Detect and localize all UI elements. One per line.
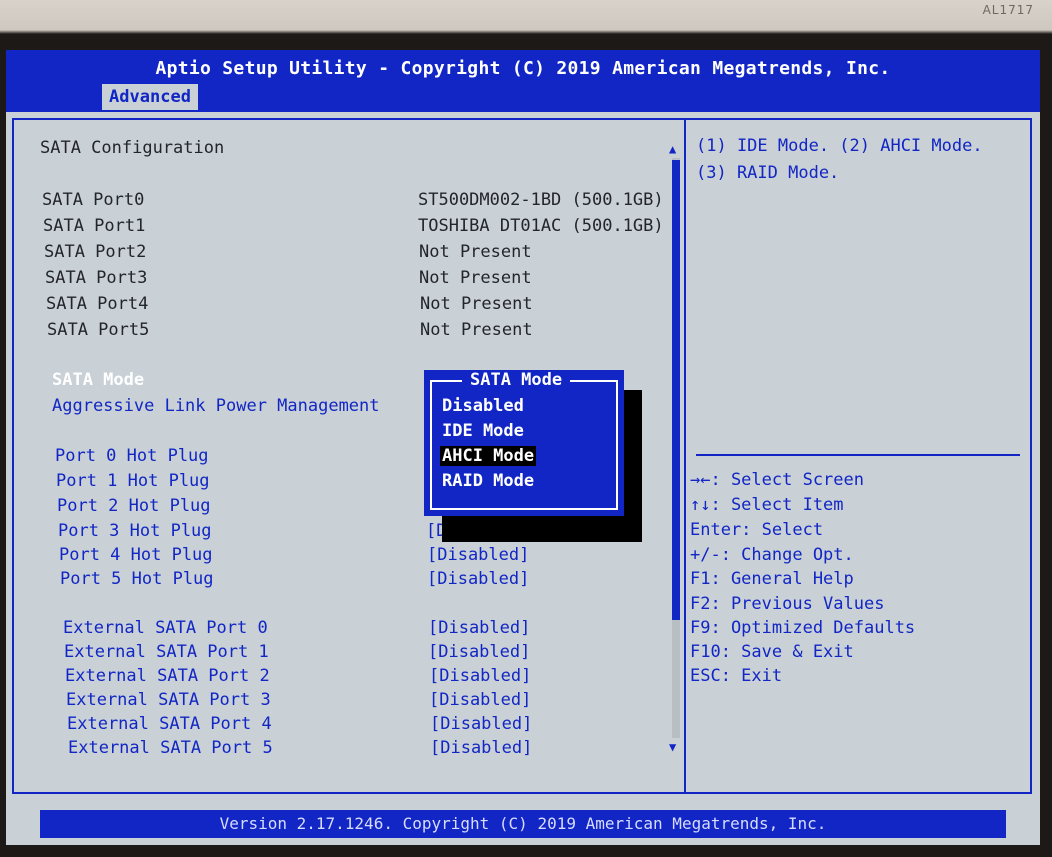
external-sata-item[interactable]: External SATA Port 3 xyxy=(66,690,271,710)
external-sata-item[interactable]: External SATA Port 5 xyxy=(68,738,273,758)
hot-plug-item[interactable]: Port 3 Hot Plug xyxy=(58,521,212,541)
popup-title: SATA Mode xyxy=(462,370,571,390)
external-sata-item[interactable]: External SATA Port 2 xyxy=(65,666,270,686)
footer-bar: Version 2.17.1246. Copyright (C) 2019 Am… xyxy=(40,810,1006,838)
monitor-model-label: AL1717 xyxy=(982,3,1034,17)
popup-option-raid[interactable]: RAID Mode xyxy=(442,471,534,491)
panel-divider xyxy=(684,118,686,794)
key-hint: +/-: Change Opt. xyxy=(690,545,854,565)
hot-plug-value[interactable]: [Disabled] xyxy=(427,545,529,565)
sata-mode-item[interactable]: SATA Mode xyxy=(52,370,144,390)
key-hint: F2: Previous Values xyxy=(690,594,885,614)
sata-port-label: SATA Port2 xyxy=(44,242,147,262)
scroll-up-icon[interactable]: ▲ xyxy=(669,142,676,156)
alpm-item[interactable]: Aggressive Link Power Management xyxy=(52,396,380,416)
external-sata-item[interactable]: External SATA Port 0 xyxy=(63,618,268,638)
external-sata-value[interactable]: [Disabled] xyxy=(429,666,531,686)
key-hint: ↑↓: Select Item xyxy=(690,495,844,515)
key-hint: ESC: Exit xyxy=(690,666,783,686)
key-hint: F1: General Help xyxy=(690,569,854,589)
external-sata-value[interactable]: [Disabled] xyxy=(429,690,531,710)
bios-screen: Aptio Setup Utility - Copyright (C) 2019… xyxy=(6,50,1040,845)
utility-title: Aptio Setup Utility - Copyright (C) 2019… xyxy=(155,58,891,79)
sata-port-label: SATA Port1 xyxy=(43,216,146,236)
scrollbar-thumb[interactable] xyxy=(672,160,680,620)
tab-advanced[interactable]: Advanced xyxy=(102,84,198,110)
hot-plug-item[interactable]: Port 2 Hot Plug xyxy=(57,496,211,516)
version-text: Version 2.17.1246. Copyright (C) 2019 Am… xyxy=(219,814,827,833)
external-sata-value[interactable]: [Disabled] xyxy=(430,714,532,734)
popup-option-ide[interactable]: IDE Mode xyxy=(442,421,524,441)
help-text: (1) IDE Mode. (2) AHCI Mode. xyxy=(696,136,983,156)
hot-plug-item[interactable]: Port 5 Hot Plug xyxy=(60,569,214,589)
key-hint: F10: Save & Exit xyxy=(690,642,854,662)
hot-plug-item[interactable]: Port 1 Hot Plug xyxy=(56,471,210,491)
sata-port-value: ST500DM002-1BD (500.1GB) xyxy=(418,190,664,210)
hot-plug-item[interactable]: Port 0 Hot Plug xyxy=(55,446,209,466)
external-sata-value[interactable]: [Disabled] xyxy=(428,618,530,638)
sata-mode-popup: SATA Mode Disabled IDE Mode AHCI Mode RA… xyxy=(424,370,624,516)
hot-plug-item[interactable]: Port 4 Hot Plug xyxy=(59,545,213,565)
sata-port-label: SATA Port3 xyxy=(45,268,148,288)
sata-port-value: Not Present xyxy=(420,294,533,314)
popup-option-ahci[interactable]: AHCI Mode xyxy=(440,446,537,466)
sata-port-value: Not Present xyxy=(420,320,533,340)
hot-plug-value[interactable]: [Disabled] xyxy=(427,569,529,589)
help-divider xyxy=(696,454,1020,456)
sata-port-value: Not Present xyxy=(419,268,532,288)
sata-port-value: TOSHIBA DT01AC (500.1GB) xyxy=(418,216,664,236)
external-sata-item[interactable]: External SATA Port 4 xyxy=(67,714,272,734)
key-hint: F9: Optimized Defaults xyxy=(690,618,916,638)
key-hint: →←: Select Screen xyxy=(690,470,864,490)
external-sata-value[interactable]: [Disabled] xyxy=(428,642,530,662)
external-sata-value[interactable]: [Disabled] xyxy=(430,738,532,758)
header-bar: Aptio Setup Utility - Copyright (C) 2019… xyxy=(6,50,1040,112)
scroll-down-icon[interactable]: ▼ xyxy=(669,740,676,754)
key-hint: Enter: Select xyxy=(690,520,824,540)
section-title: SATA Configuration xyxy=(40,138,225,158)
sata-port-label: SATA Port4 xyxy=(46,294,149,314)
popup-option-disabled[interactable]: Disabled xyxy=(442,396,524,416)
sata-port-label: SATA Port5 xyxy=(47,320,150,340)
help-text: (3) RAID Mode. xyxy=(696,163,840,183)
sata-port-label: SATA Port0 xyxy=(42,190,145,210)
external-sata-item[interactable]: External SATA Port 1 xyxy=(64,642,269,662)
sata-port-value: Not Present xyxy=(419,242,532,262)
